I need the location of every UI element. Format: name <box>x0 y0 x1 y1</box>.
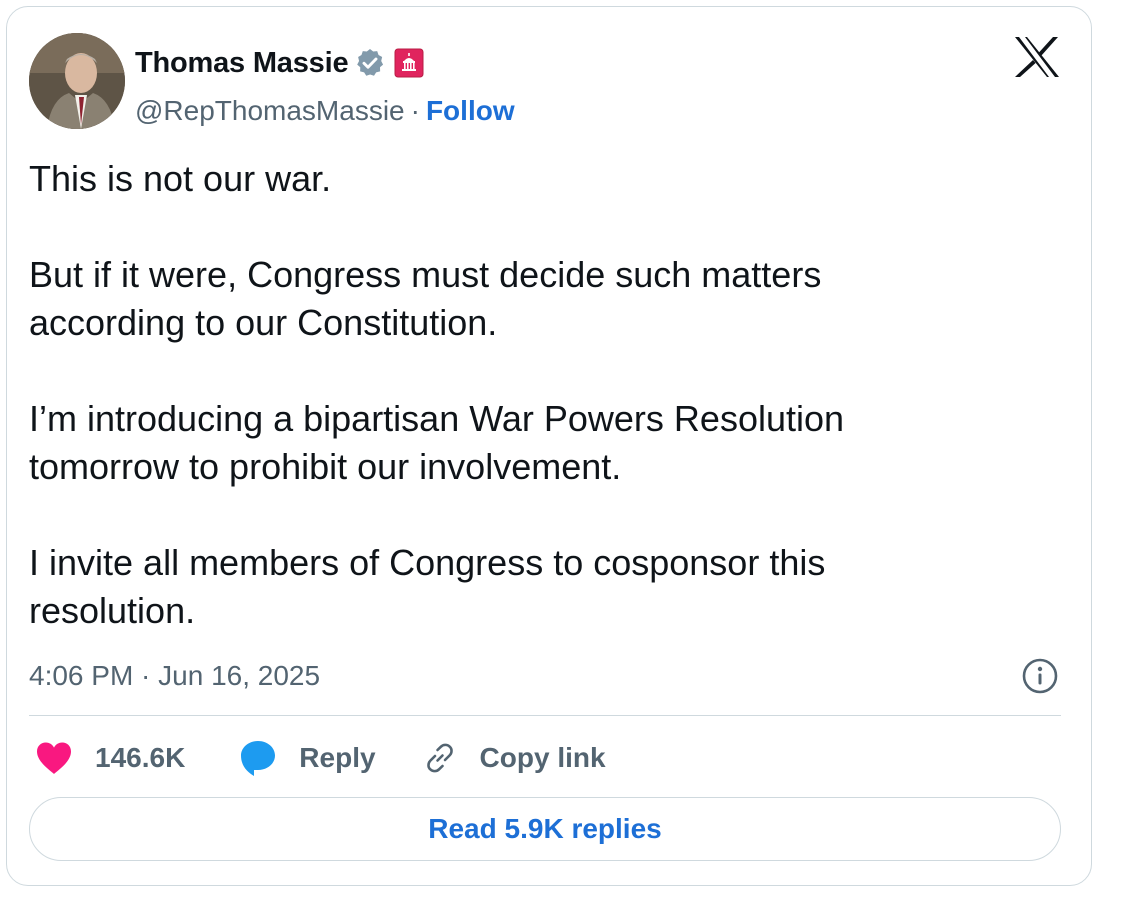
tweet-paragraph: But if it were, Congress must decide suc… <box>29 254 822 343</box>
like-count: 146.6K <box>95 742 186 773</box>
copy-link-button[interactable]: Copy link <box>422 740 606 776</box>
heart-icon <box>35 741 73 775</box>
handle-separator: · <box>410 95 420 126</box>
avatar-photo <box>29 33 125 129</box>
tweet-text: This is not our war. But if it were, Con… <box>29 155 1029 635</box>
divider <box>29 715 1061 716</box>
author-name[interactable]: Thomas Massie <box>135 47 349 80</box>
tweet-header: Thomas Massie @RepThomasMassie · Follow <box>29 33 1069 133</box>
tweet-timestamp[interactable]: 4:06 PM · Jun 16, 2025 <box>29 660 320 692</box>
follow-button[interactable]: Follow <box>426 95 515 127</box>
reply-button[interactable]: Reply <box>239 739 376 777</box>
us-congress-badge-icon[interactable] <box>394 48 424 78</box>
tweet-actions: 146.6K Reply Copy link <box>35 733 606 783</box>
tweet-paragraph: I’m introducing a bipartisan War Powers … <box>29 398 845 487</box>
verified-badge-icon <box>354 47 386 79</box>
author-name-row: Thomas Massie <box>135 45 424 81</box>
copy-link-label: Copy link <box>479 742 606 773</box>
like-button[interactable]: 146.6K <box>35 741 185 775</box>
author-handle[interactable]: @RepThomasMassie <box>135 95 405 127</box>
reply-bubble-icon <box>239 739 277 777</box>
link-icon <box>422 740 458 776</box>
tweet-meta: 4:06 PM · Jun 16, 2025 <box>29 655 1059 697</box>
read-replies-button[interactable]: Read 5.9K replies <box>29 797 1061 861</box>
x-logo-icon[interactable] <box>1013 35 1061 79</box>
tweet-embed-card: Thomas Massie @RepThomasMassie · Follow … <box>6 6 1092 886</box>
info-icon[interactable] <box>1021 657 1059 695</box>
reply-label: Reply <box>299 742 376 773</box>
author-avatar[interactable] <box>29 33 125 129</box>
author-handle-row: @RepThomasMassie · Follow <box>135 93 515 129</box>
tweet-paragraph: This is not our war. <box>29 158 332 199</box>
tweet-paragraph: I invite all members of Congress to cosp… <box>29 542 826 631</box>
